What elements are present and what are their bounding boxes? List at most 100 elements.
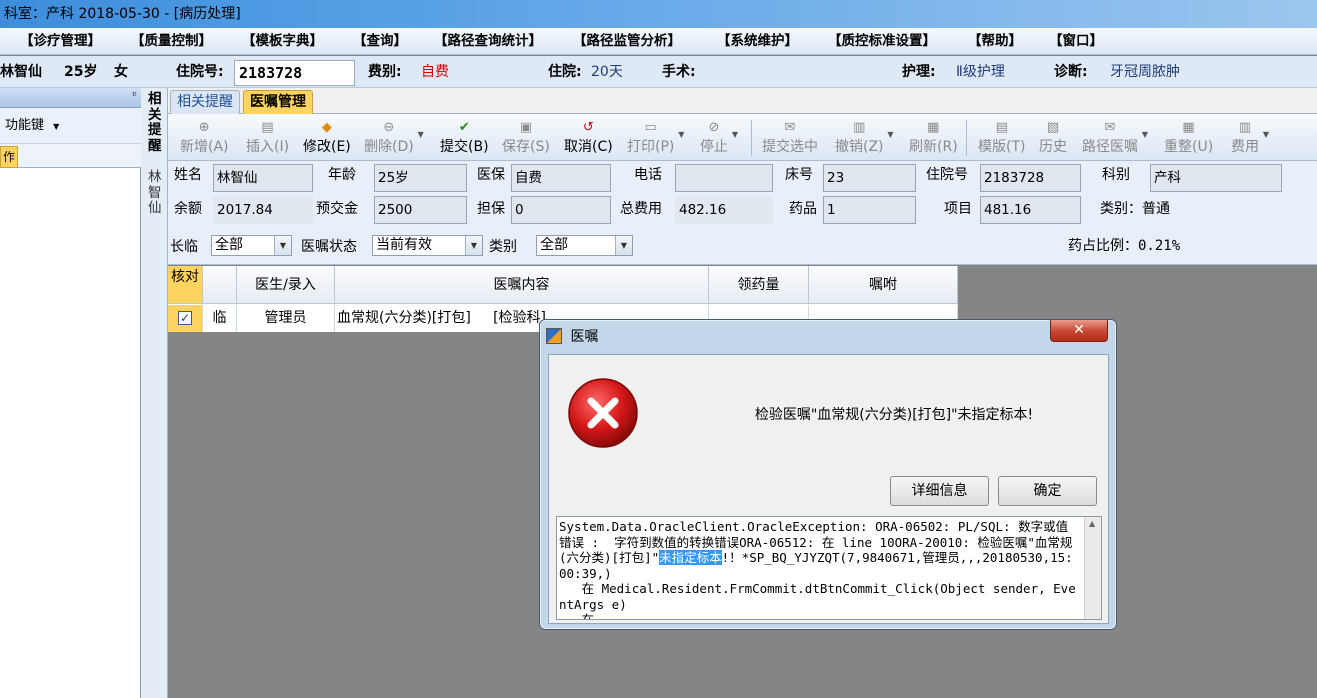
nursing-value: Ⅱ级护理	[956, 64, 1005, 80]
inpatient-field[interactable]: 2183728	[980, 164, 1081, 192]
refresh-button[interactable]: ▦ 刷新(R)	[909, 118, 958, 158]
delete-button[interactable]: ⊖ 删除(D) ▼	[364, 118, 424, 158]
submit-button[interactable]: ✔ 提交(B)	[440, 118, 489, 158]
menu-diagnosis[interactable]: 【诊疗管理】	[20, 28, 101, 55]
print-dropdown-icon[interactable]: ▼	[678, 130, 684, 139]
revoke-button[interactable]: ▥ 撤销(Z) ▼	[835, 118, 894, 158]
patient-detail-panel: 姓名 林智仙 年龄 25岁 医保 自费 电话 床号 23 住院号 2183728…	[168, 161, 1317, 229]
row-doctor: 管理员	[237, 305, 335, 332]
history-label: 历史	[1039, 139, 1067, 155]
print-button[interactable]: ▭ 打印(P) ▼	[627, 118, 684, 158]
col-header-check[interactable]: 核对	[168, 266, 203, 304]
side-reminder-strip[interactable]: 相关提醒 林智仙	[141, 88, 168, 698]
bed-field[interactable]: 23	[823, 164, 916, 192]
submit-selected-button[interactable]: ✉ 提交选中	[762, 118, 818, 158]
col-header-content[interactable]: 医嘱内容	[335, 266, 709, 304]
side-reminder-label: 相关提醒	[148, 91, 162, 154]
cancel-button[interactable]: ↺ 取消(C)	[564, 118, 613, 158]
left-panel-tabs: 作	[0, 144, 141, 168]
balance-label: 余额	[174, 201, 202, 217]
delete-dropdown-icon[interactable]: ▼	[418, 130, 424, 139]
function-key-dropdown[interactable]: 功能键 ▼	[0, 108, 141, 144]
inpatient-no-label: 住院号:	[176, 64, 224, 80]
rearrange-button[interactable]: ▦ 重整(U)	[1164, 118, 1213, 158]
window-title: 科室：产科 2018-05-30 - [病历处理]	[4, 6, 241, 22]
cost-button[interactable]: ▥ 费用 ▼	[1231, 118, 1269, 158]
dialog-close-button[interactable]: ✕	[1050, 320, 1108, 342]
path-orders-icon: ✉	[1104, 120, 1116, 135]
revoke-dropdown-icon[interactable]: ▼	[887, 130, 893, 139]
pin-icon[interactable]: ᵖ	[132, 89, 137, 102]
tab-order-management[interactable]: 医嘱管理	[243, 90, 313, 114]
diagnosis-value: 牙冠周脓肿	[1110, 64, 1180, 80]
menu-query[interactable]: 【查询】	[353, 28, 407, 55]
cost-dropdown-icon[interactable]: ▼	[1263, 130, 1269, 139]
row-checkbox[interactable]: ✓	[178, 311, 192, 325]
age-field[interactable]: 25岁	[374, 164, 467, 192]
save-button[interactable]: ▣ 保存(S)	[502, 118, 550, 158]
menu-system[interactable]: 【系统维护】	[717, 28, 798, 55]
bed-label: 床号	[785, 167, 813, 183]
drug-field[interactable]: 1	[823, 196, 916, 224]
error-detail-textbox[interactable]: System.Data.OracleClient.OracleException…	[556, 516, 1102, 620]
insert-button[interactable]: ▤ 插入(I)	[246, 118, 289, 158]
path-orders-button[interactable]: ✉ 路径医嘱 ▼	[1082, 118, 1148, 158]
menu-template[interactable]: 【模板字典】	[242, 28, 323, 55]
nursing-label: 护理:	[902, 64, 936, 80]
menu-bar: 【诊疗管理】 【质量控制】 【模板字典】 【查询】 【路径查询统计】 【路径监管…	[0, 28, 1317, 55]
stop-button[interactable]: ⊘ 停止 ▼	[700, 118, 738, 158]
scroll-up-icon[interactable]: ▲	[1089, 519, 1095, 528]
menu-path-analysis[interactable]: 【路径监管分析】	[573, 28, 681, 55]
ok-button[interactable]: 确定	[998, 476, 1097, 506]
item-label: 项目	[944, 201, 972, 217]
category-text: 类别：普通	[1100, 201, 1170, 217]
print-label: 打印(P)	[627, 139, 675, 155]
guarantee-field[interactable]: 0	[511, 196, 611, 224]
tab-related-reminders[interactable]: 相关提醒	[170, 90, 240, 114]
menu-window[interactable]: 【窗口】	[1049, 28, 1103, 55]
dialog-title-bar[interactable]: 医嘱	[546, 326, 598, 348]
phone-field[interactable]	[675, 164, 773, 192]
total-cost-label: 总费用	[620, 201, 662, 217]
stay-value: 20天	[591, 64, 623, 80]
menu-quality[interactable]: 【质量控制】	[131, 28, 212, 55]
history-button[interactable]: ▧ 历史	[1039, 118, 1067, 158]
app-window-icon	[546, 328, 562, 344]
left-panel-tab-active[interactable]: 作	[0, 146, 18, 168]
menu-qc-standard[interactable]: 【质控标准设置】	[828, 28, 936, 55]
inpatient-no-field[interactable]: 2183728	[234, 60, 355, 86]
modify-button[interactable]: ◆ 修改(E)	[303, 118, 351, 158]
col-header-note[interactable]: 嘱咐	[809, 266, 958, 304]
order-status-select[interactable]: 当前有效 ▼	[372, 235, 483, 256]
long-temp-value: 全部	[215, 237, 243, 253]
category-select[interactable]: 全部 ▼	[536, 235, 633, 256]
name-field[interactable]: 林智仙	[213, 164, 313, 192]
menu-help[interactable]: 【帮助】	[968, 28, 1022, 55]
diagnosis-label: 诊断:	[1054, 64, 1088, 80]
template-button[interactable]: ▤ 模版(T)	[978, 118, 1025, 158]
rearrange-icon: ▦	[1182, 120, 1195, 135]
insurance-field[interactable]: 自费	[511, 164, 611, 192]
add-button[interactable]: ⊕ 新增(A)	[180, 118, 229, 158]
total-cost-field: 482.16	[675, 196, 773, 224]
detail-scrollbar[interactable]: ▲	[1084, 517, 1101, 619]
menu-path-stats[interactable]: 【路径查询统计】	[434, 28, 542, 55]
age-label: 年龄	[328, 167, 356, 183]
col-header-doctor[interactable]: 医生/录入	[237, 266, 335, 304]
path-orders-dropdown-icon[interactable]: ▼	[1142, 130, 1148, 139]
drug-label: 药品	[789, 201, 817, 217]
row-order-type: 临	[203, 305, 237, 332]
stop-dropdown-icon[interactable]: ▼	[732, 130, 738, 139]
save-icon: ▣	[519, 120, 533, 135]
cancel-label: 取消(C)	[564, 139, 613, 155]
add-icon: ⊕	[198, 120, 210, 135]
col-header-dose[interactable]: 领药量	[709, 266, 809, 304]
submit-selected-icon: ✉	[784, 120, 796, 135]
surgery-label: 手术:	[662, 64, 696, 80]
deposit-field[interactable]: 2500	[374, 196, 467, 224]
item-field[interactable]: 481.16	[980, 196, 1081, 224]
dept-field[interactable]: 产科	[1150, 164, 1282, 192]
long-temp-select[interactable]: 全部 ▼	[211, 235, 292, 256]
error-dialog: 医嘱 ✕ 检验医嘱"血常规(六分类)[打包]"未指定标本! 详细信息 确定 Sy…	[539, 319, 1117, 630]
details-button[interactable]: 详细信息	[890, 476, 989, 506]
